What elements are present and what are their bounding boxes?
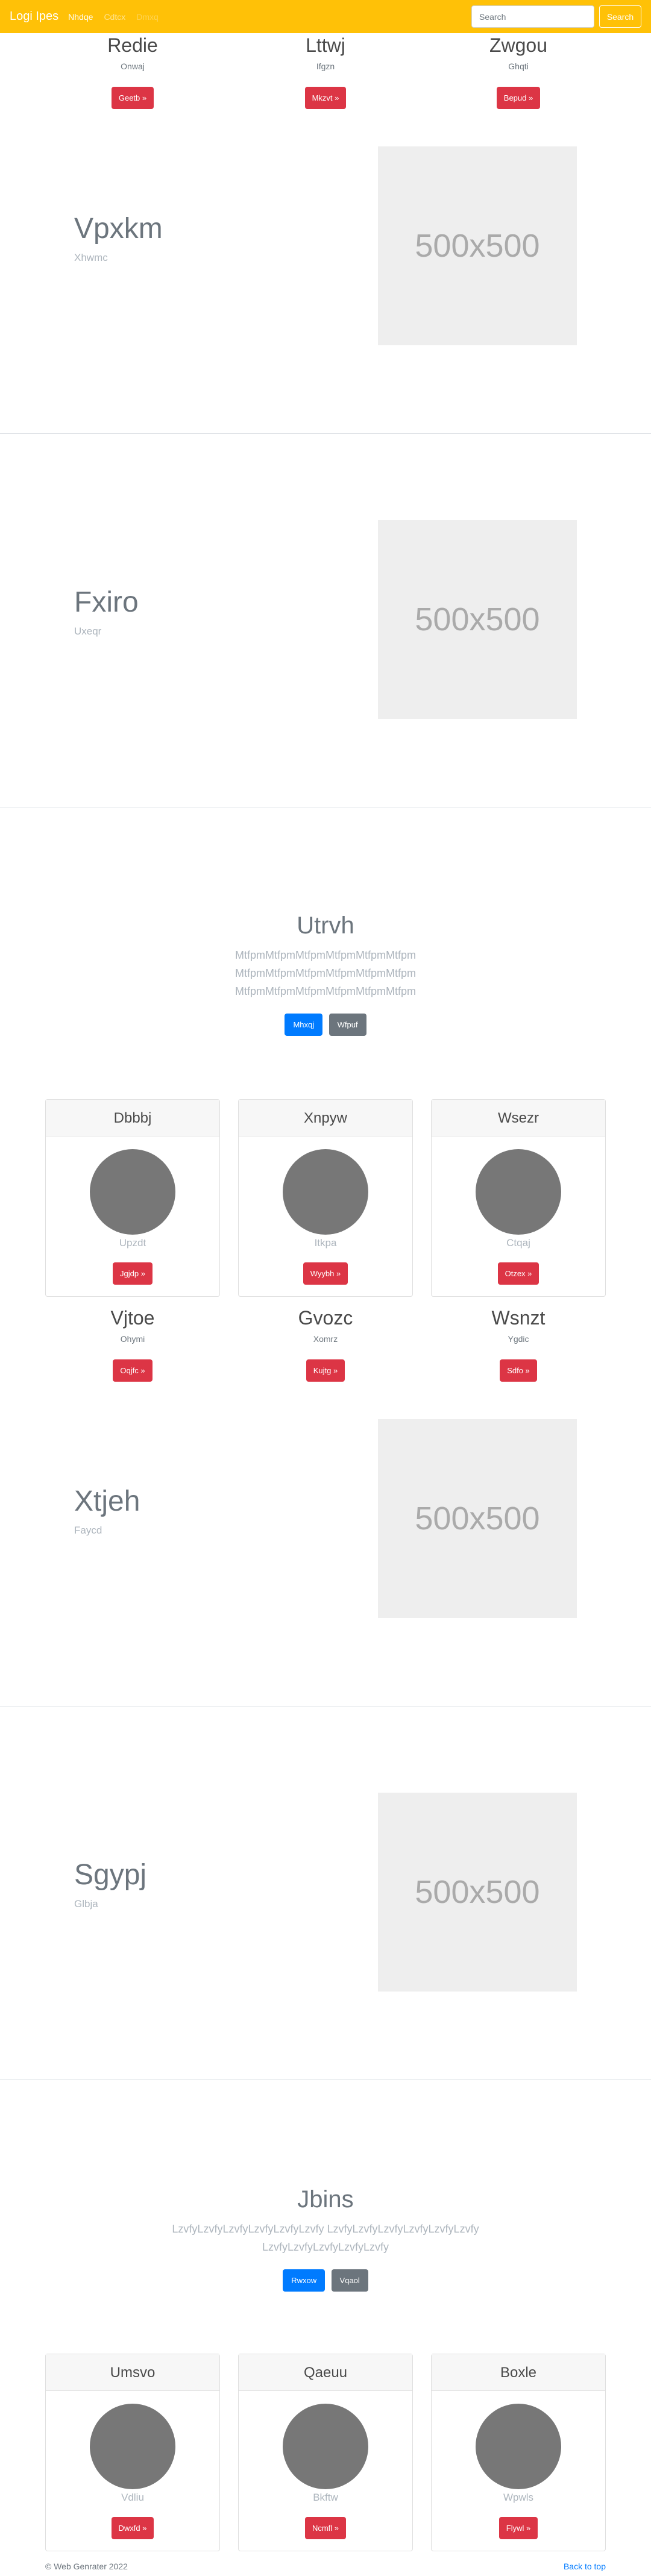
- card-header: Boxle: [432, 2354, 605, 2391]
- feature-title: Fxiro: [74, 586, 139, 618]
- card-subtitle: Ctqaj: [506, 1237, 530, 1249]
- jumbotron-title: Utrvh: [297, 912, 354, 939]
- primary-button[interactable]: Mhxqj: [285, 1014, 323, 1036]
- jumbotron-2: Jbins LzvfyLzvfyLzvfyLzvfyLzvfyLzvfy Lzv…: [0, 2185, 651, 2292]
- nav-link-3-disabled: Dmxq: [136, 11, 159, 22]
- card-header: Umsvo: [46, 2354, 219, 2391]
- card-header: Dbbbj: [46, 1100, 219, 1136]
- jumbotron-title: Jbins: [297, 2186, 354, 2213]
- avatar-circle: [90, 1149, 175, 1235]
- card-button[interactable]: Otzex »: [497, 1262, 539, 1285]
- feature-subtitle: Xhwmc: [74, 252, 108, 263]
- avatar-circle: [283, 2404, 368, 2489]
- card-4: Umsvo Vdliu Dwxfd »: [45, 2354, 220, 2551]
- nav-link-2[interactable]: Cdtcx: [104, 12, 125, 22]
- card-header: Wsezr: [432, 1100, 605, 1136]
- secondary-button[interactable]: Vqaol: [331, 2269, 368, 2292]
- jumbotron-buttons: Rwxow Vqaol: [0, 2269, 651, 2292]
- card-1: Dbbbj Upzdt Jgjdp »: [45, 1099, 220, 1297]
- feature-section-3: Xtjeh Faycd 500x500: [0, 1333, 651, 1706]
- jumbotron-text: LzvfyLzvfyLzvfyLzvfyLzvfyLzvfy LzvfyLzvf…: [172, 2223, 479, 2253]
- footer-copyright: © Web Genrater 2022: [45, 2562, 128, 2571]
- column-title: Lttwj: [306, 34, 345, 56]
- feature-section-2: Fxiro Uxeqr 500x500: [0, 434, 651, 807]
- card-5: Qaeuu Bkftw Ncmfl »: [238, 2354, 413, 2551]
- feature-subtitle: Faycd: [74, 1525, 102, 1536]
- column-title: Zwgou: [489, 34, 548, 56]
- back-to-top-link[interactable]: Back to top: [564, 2562, 606, 2571]
- primary-button[interactable]: Rwxow: [283, 2269, 326, 2292]
- jumbotron-buttons: Mhxqj Wfpuf: [0, 1014, 651, 1036]
- feature-subtitle: Uxeqr: [74, 625, 102, 637]
- card-subtitle: Wpwls: [503, 2492, 534, 2503]
- card-3: Wsezr Ctqaj Otzex »: [431, 1099, 606, 1297]
- feature-section-1: Vpxkm Xhwmc 500x500: [0, 60, 651, 434]
- card-subtitle: Upzdt: [119, 1237, 146, 1249]
- image-placeholder: 500x500: [378, 146, 577, 345]
- image-placeholder: 500x500: [378, 520, 577, 719]
- card-button[interactable]: Flywl »: [498, 2517, 538, 2539]
- feature-title: Sgypj: [74, 1859, 147, 1891]
- column-title: Gvozc: [298, 1307, 353, 1329]
- brand-logo[interactable]: Logi Ipes: [10, 10, 58, 24]
- card-subtitle: Bkftw: [313, 2492, 338, 2503]
- column-title: Redie: [107, 34, 158, 56]
- card-header: Xnpyw: [239, 1100, 412, 1136]
- secondary-button[interactable]: Wfpuf: [329, 1014, 366, 1036]
- image-placeholder: 500x500: [378, 1793, 577, 1992]
- avatar-circle: [476, 2404, 561, 2489]
- column-title: Wsnzt: [491, 1307, 546, 1329]
- image-placeholder: 500x500: [378, 1419, 577, 1618]
- card-button[interactable]: Ncmfl »: [304, 2517, 347, 2539]
- feature-subtitle: Glbja: [74, 1898, 98, 1910]
- avatar-circle: [476, 1149, 561, 1235]
- card-2: Xnpyw Itkpa Wyybh »: [238, 1099, 413, 1297]
- card-button[interactable]: Wyybh »: [303, 1262, 348, 1285]
- jumbotron-1: Utrvh MtfpmMtfpmMtfpmMtfpmMtfpmMtfpm Mtf…: [0, 911, 651, 1036]
- avatar-circle: [283, 1149, 368, 1235]
- feature-title: Xtjeh: [74, 1485, 140, 1517]
- card-button[interactable]: Dwxfd »: [111, 2517, 154, 2539]
- card-header: Qaeuu: [239, 2354, 412, 2391]
- card-button[interactable]: Jgjdp »: [113, 1262, 153, 1285]
- card-6: Boxle Wpwls Flywl »: [431, 2354, 606, 2551]
- navbar: Logi Ipes Nhdqe Cdtcx Dmxq Search: [0, 0, 651, 33]
- feature-section-4: Sgypj Glbja 500x500: [0, 1706, 651, 2080]
- nav-link-1[interactable]: Nhdqe: [68, 12, 93, 22]
- search-input[interactable]: [471, 5, 594, 28]
- card-subtitle: Itkpa: [314, 1237, 337, 1249]
- card-subtitle: Vdliu: [121, 2492, 144, 2503]
- feature-title: Vpxkm: [74, 213, 163, 245]
- column-title: Vjtoe: [110, 1307, 155, 1329]
- search-form: Search: [471, 5, 641, 28]
- jumbotron-text: MtfpmMtfpmMtfpmMtfpmMtfpmMtfpm MtfpmMtfp…: [234, 949, 416, 997]
- avatar-circle: [90, 2404, 175, 2489]
- search-button[interactable]: Search: [599, 5, 641, 28]
